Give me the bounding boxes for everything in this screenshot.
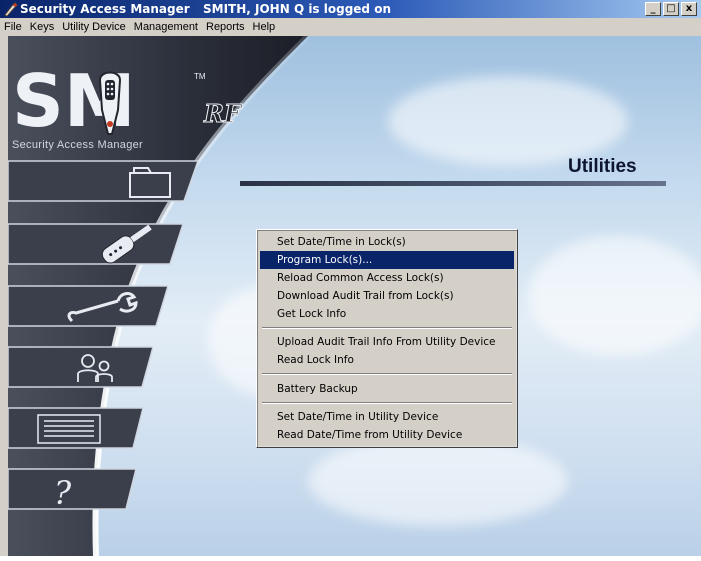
menu-item-set-datetime-lock[interactable]: Set Date/Time in Lock(s) <box>260 233 514 251</box>
nav-button-reports[interactable] <box>8 405 143 451</box>
window-frame-left <box>0 36 8 556</box>
minimize-button[interactable]: _ <box>645 2 661 16</box>
menu-item-program-locks[interactable]: Program Lock(s)... <box>260 251 514 269</box>
menu-item-set-datetime-utility[interactable]: Set Date/Time in Utility Device <box>260 408 514 426</box>
logo-subtitle: Security Access Manager <box>12 139 144 151</box>
nav-button-users[interactable] <box>8 344 153 390</box>
title-bar[interactable]: Security Access Manager SMITH, JOHN Q is… <box>0 0 701 18</box>
client-area: SM RF TM Security Access Manager Utiliti… <box>8 36 701 556</box>
nav-button-keys[interactable] <box>8 221 183 267</box>
nav-button-help[interactable]: ? <box>8 466 136 512</box>
menu-item-reload-common-access[interactable]: Reload Common Access Lock(s) <box>260 269 514 287</box>
logo-trademark: TM <box>194 72 206 81</box>
menu-reports[interactable]: Reports <box>202 18 249 36</box>
title-underline <box>240 181 666 186</box>
window-frame-bottom <box>0 556 701 561</box>
menu-item-read-datetime-utility[interactable]: Read Date/Time from Utility Device <box>260 426 514 444</box>
app-icon <box>4 2 18 17</box>
window-controls: _ □ x <box>645 2 697 16</box>
menu-keys[interactable]: Keys <box>26 18 58 36</box>
nav-button-utilities[interactable] <box>8 283 168 329</box>
menu-utility-device[interactable]: Utility Device <box>58 18 130 36</box>
window-title: Security Access Manager <box>20 2 190 16</box>
menu-bar: File Keys Utility Device Management Repo… <box>0 18 701 36</box>
menu-item-read-lock-info[interactable]: Read Lock Info <box>260 351 514 369</box>
close-button[interactable]: x <box>681 2 697 16</box>
menu-item-battery-backup[interactable]: Battery Backup <box>260 380 514 398</box>
question-icon: ? <box>54 474 72 512</box>
sam-logo-mark: SM RF <box>12 59 243 143</box>
menu-help[interactable]: Help <box>249 18 280 36</box>
logged-on-status: SMITH, JOHN Q is logged on <box>203 2 391 16</box>
logo-rf: RF <box>203 99 243 128</box>
menu-separator <box>262 402 512 404</box>
menu-separator <box>262 327 512 329</box>
nav-button-folder[interactable] <box>8 158 198 204</box>
sam-logo: SM RF TM Security Access Manager <box>8 36 258 176</box>
utilities-popup-menu: Set Date/Time in Lock(s) Program Lock(s)… <box>256 229 518 448</box>
menu-item-get-lock-info[interactable]: Get Lock Info <box>260 305 514 323</box>
menu-item-upload-audit-trail[interactable]: Upload Audit Trail Info From Utility Dev… <box>260 333 514 351</box>
maximize-button[interactable]: □ <box>663 2 679 16</box>
menu-file[interactable]: File <box>0 18 26 36</box>
app-window: Security Access Manager SMITH, JOHN Q is… <box>0 0 701 561</box>
menu-management[interactable]: Management <box>130 18 202 36</box>
page-title: Utilities <box>568 156 637 177</box>
menu-item-download-audit-trail[interactable]: Download Audit Trail from Lock(s) <box>260 287 514 305</box>
menu-separator <box>262 373 512 375</box>
